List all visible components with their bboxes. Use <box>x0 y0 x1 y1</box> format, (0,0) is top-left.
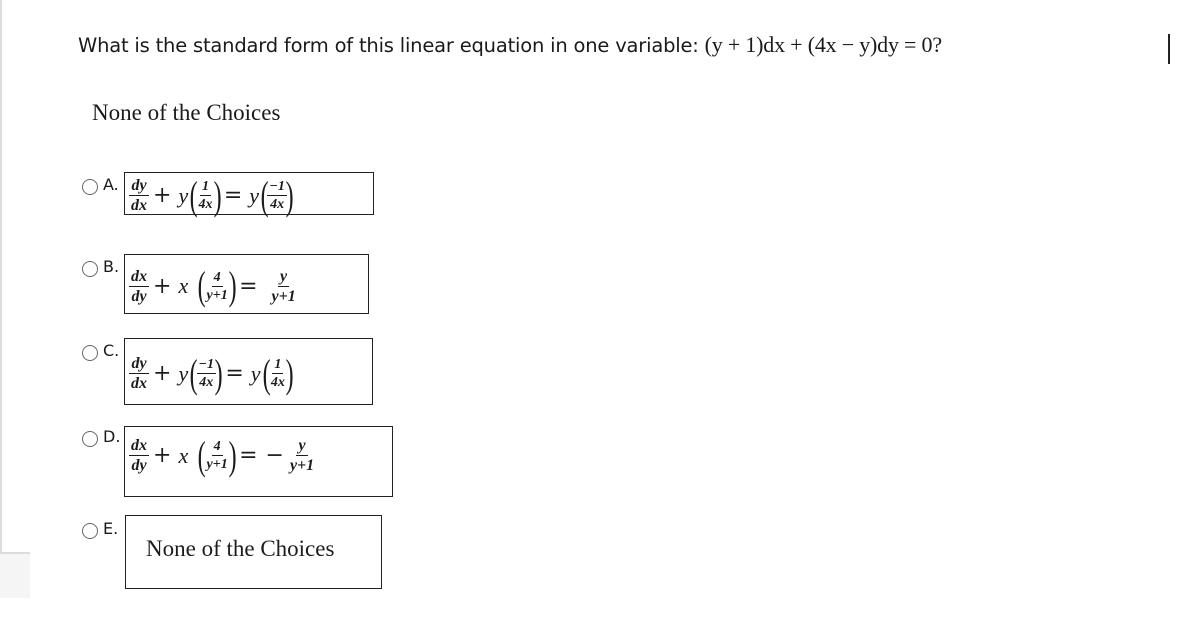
denominator: 4x <box>270 375 285 390</box>
rhs-fraction: y y+1 <box>270 268 298 305</box>
derivative-fraction: dy dx <box>129 177 149 214</box>
denominator: dy <box>131 287 147 305</box>
radio-option-b[interactable] <box>82 261 98 277</box>
right-paren: ) <box>285 172 294 218</box>
equation: dy dx + y ( −1 4x ) = y ( 1 4x ) <box>129 341 294 406</box>
numerator: dy <box>129 355 149 374</box>
equation: dy dx + y ( 1 4x ) = y ( −1 4x ) <box>129 172 294 218</box>
derivative-fraction: dy dx <box>129 355 149 392</box>
numerator: dx <box>129 437 149 456</box>
coefficient-fraction: −1 4x <box>267 179 287 212</box>
numerator: −1 <box>267 179 287 196</box>
radio-option-e[interactable] <box>82 523 98 539</box>
option-letter: A. <box>103 175 119 194</box>
denominator: y+1 <box>206 287 228 303</box>
minus-sign: − <box>265 443 284 468</box>
left-panel-border <box>0 0 2 552</box>
equals-sign: = <box>239 443 258 468</box>
option-d-equation-box[interactable]: dx dy + x ( 4 y+1 ) = − y y+1 <box>124 426 393 497</box>
denominator: dx <box>131 375 147 392</box>
question-text: What is the standard form of this linear… <box>78 34 705 57</box>
coefficient-fraction: 4 y+1 <box>205 270 230 303</box>
radio-option-c[interactable] <box>82 345 98 361</box>
plus-sign: + <box>153 273 172 299</box>
equals-sign: = <box>225 361 244 386</box>
coefficient-fraction: 4 y+1 <box>205 439 230 472</box>
right-paren: ) <box>213 172 222 218</box>
variable: x <box>178 273 189 298</box>
numerator: −1 <box>196 357 217 374</box>
numerator: y <box>278 267 290 287</box>
numerator: dy <box>129 177 149 196</box>
numerator: dx <box>129 267 149 287</box>
coefficient-fraction: 1 4x <box>197 179 215 212</box>
variable: y <box>249 182 260 208</box>
left-paren: ( <box>197 263 206 308</box>
coefficient-fraction: 1 4x <box>269 357 287 390</box>
denominator: y+1 <box>271 287 296 305</box>
left-paren: ( <box>197 432 206 478</box>
right-paren: ) <box>285 350 294 396</box>
plus-sign: + <box>153 183 172 208</box>
left-paren: ( <box>189 350 198 396</box>
option-c-equation-box[interactable]: dy dx + y ( −1 4x ) = y ( 1 4x ) <box>124 338 373 405</box>
left-paren: ( <box>189 172 198 218</box>
left-panel <box>0 554 30 598</box>
numerator: 1 <box>272 357 284 374</box>
equation: dx dy + x ( 4 y+1 ) = y y+1 <box>129 257 298 315</box>
text-cursor <box>1168 34 1170 64</box>
denominator: 4x <box>198 197 213 212</box>
plus-sign: + <box>153 361 172 386</box>
option-e-text: None of the Choices <box>146 536 335 561</box>
derivative-fraction: dx dy <box>129 268 149 305</box>
coefficient-fraction: −1 4x <box>196 357 217 390</box>
question-prompt: What is the standard form of this linear… <box>78 32 942 58</box>
equals-sign: = <box>223 183 243 208</box>
option-letter: E. <box>103 519 119 538</box>
option-letter: B. <box>103 257 120 276</box>
variable: y <box>250 360 261 386</box>
right-paren: ) <box>228 263 237 308</box>
option-letter: C. <box>103 341 120 360</box>
variable: y <box>178 360 189 386</box>
right-paren: ) <box>228 432 237 478</box>
variable: y <box>178 182 189 208</box>
variable: x <box>178 442 189 468</box>
option-letter: D. <box>103 427 121 446</box>
denominator: 4x <box>199 375 214 390</box>
numerator: 4 <box>211 439 223 456</box>
equals-sign: = <box>239 273 258 299</box>
numerator: y <box>296 437 308 456</box>
selected-answer-text: None of the Choices <box>92 100 281 125</box>
option-e-text-box[interactable]: None of the Choices <box>125 515 382 589</box>
left-paren: ( <box>262 350 271 396</box>
left-paren: ( <box>260 172 269 218</box>
numerator: 1 <box>200 179 212 196</box>
denominator: dx <box>131 197 147 214</box>
derivative-fraction: dx dy <box>129 437 149 474</box>
right-paren: ) <box>214 350 223 396</box>
option-b-equation-box[interactable]: dx dy + x ( 4 y+1 ) = y y+1 <box>124 254 369 314</box>
denominator: 4x <box>270 197 285 212</box>
numerator: 4 <box>211 269 223 287</box>
rhs-fraction: y y+1 <box>288 437 316 474</box>
question-equation: (y + 1)dx + (4x − y)dy = 0? <box>704 32 943 57</box>
radio-option-a[interactable] <box>82 179 98 195</box>
equation: dx dy + x ( 4 y+1 ) = − y y+1 <box>129 421 316 490</box>
radio-option-d[interactable] <box>82 431 98 447</box>
option-a-equation-box[interactable]: dy dx + y ( 1 4x ) = y ( −1 4x ) <box>124 172 374 215</box>
denominator: y+1 <box>289 457 315 474</box>
denominator: y+1 <box>206 457 228 472</box>
denominator: dy <box>131 457 147 474</box>
plus-sign: + <box>153 443 172 468</box>
